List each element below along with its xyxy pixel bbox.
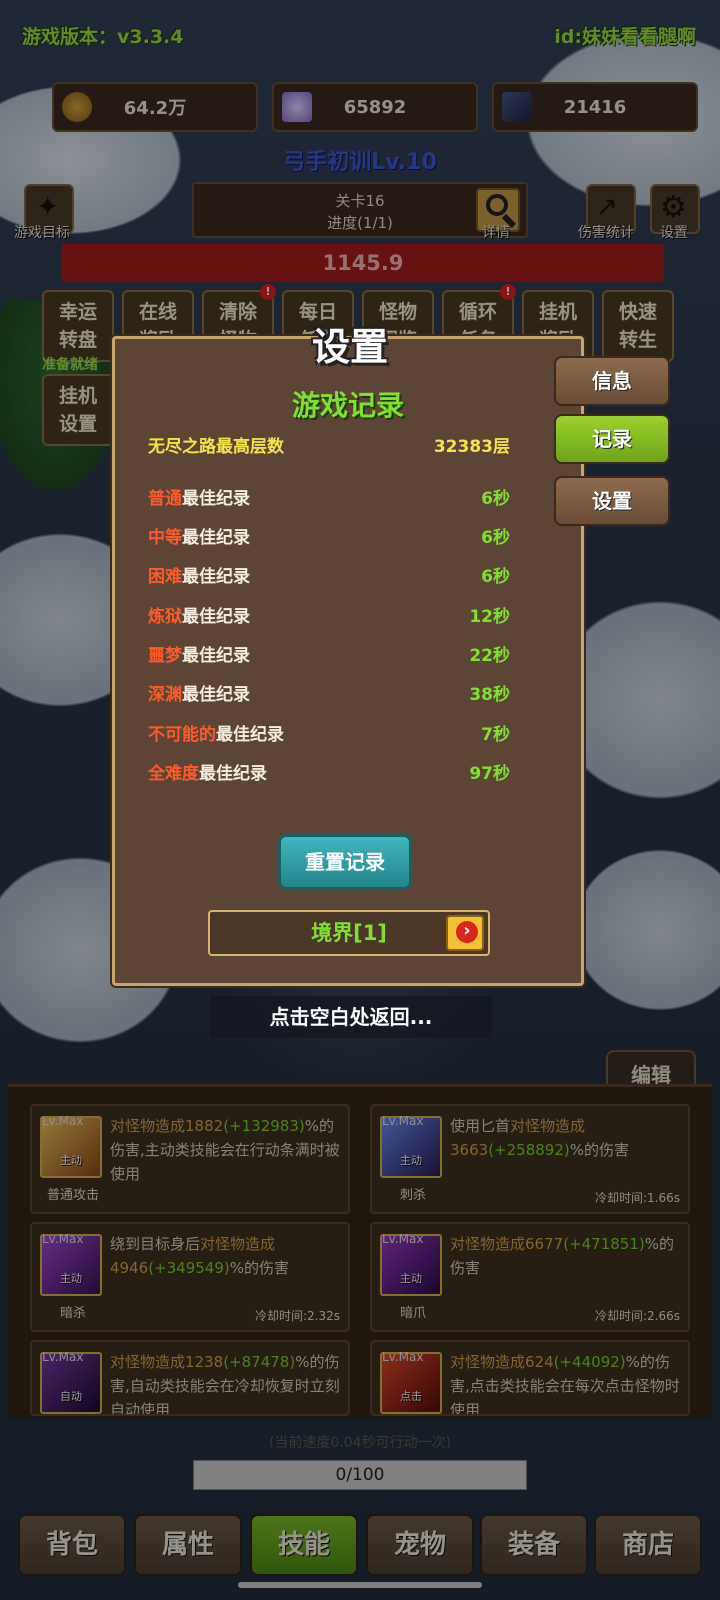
record-row: 噩梦最佳纪录 22秒	[148, 646, 510, 666]
record-row: 不可能的最佳纪录 7秒	[148, 725, 510, 745]
realm-label: 境界[1]	[311, 921, 387, 945]
tab-settings[interactable]: 设置	[554, 476, 670, 526]
section-title: 游戏记录	[291, 389, 404, 422]
record-row: 深渊最佳纪录 38秒	[148, 685, 510, 705]
endless-record-row: 无尽之路最高层数 32383层	[148, 437, 510, 457]
tab-records[interactable]: 记录	[554, 414, 670, 464]
record-row: 困难最佳纪录 6秒	[148, 567, 510, 587]
record-row: 炼狱最佳纪录 12秒	[148, 607, 510, 627]
realm-button[interactable]: 境界[1]	[208, 910, 490, 956]
tap-to-close-hint: 点击空白处返回...	[210, 996, 492, 1038]
record-row: 中等最佳纪录 6秒	[148, 528, 510, 548]
reset-records-button[interactable]: 重置记录	[278, 834, 412, 890]
arrow-right-icon[interactable]	[446, 915, 484, 951]
record-row: 普通最佳纪录 6秒	[148, 489, 510, 509]
record-row: 全难度最佳纪录 97秒	[148, 764, 510, 784]
tab-info[interactable]: 信息	[554, 356, 670, 406]
